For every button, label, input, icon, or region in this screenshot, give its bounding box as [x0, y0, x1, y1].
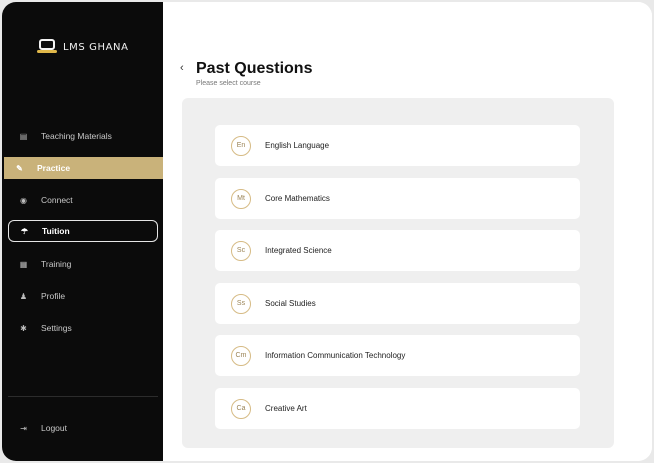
course-card-mathematics[interactable]: Mt Core Mathematics [215, 178, 580, 219]
course-badge: Sc [231, 240, 251, 261]
sidebar-item-teaching-materials[interactable]: ▤ Teaching Materials [8, 125, 158, 147]
course-badge: Mt [231, 188, 251, 209]
course-label: Social Studies [265, 299, 316, 308]
sidebar-item-connect[interactable]: ◉ Connect [8, 189, 158, 211]
course-card-science[interactable]: Sc Integrated Science [215, 230, 580, 271]
course-badge: Ca [231, 398, 251, 419]
sidebar-item-label: Teaching Materials [41, 131, 112, 141]
sidebar: LMS GHANA ▤ Teaching Materials ✎ Practic… [2, 2, 163, 461]
page-subtitle: Please select course [196, 80, 261, 87]
course-badge: En [231, 135, 251, 156]
main-content: ‹ Past Questions Please select course En… [163, 2, 652, 461]
page-title: Past Questions [196, 60, 313, 77]
back-chevron-icon[interactable]: ‹ [180, 62, 184, 74]
app-window: LMS GHANA ▤ Teaching Materials ✎ Practic… [2, 2, 652, 461]
profile-icon: ♟ [19, 291, 28, 301]
course-card-ict[interactable]: Cm Information Communication Technology [215, 335, 580, 376]
sidebar-item-label: Training [41, 259, 72, 269]
course-card-creative-art[interactable]: Ca Creative Art [215, 388, 580, 429]
course-list-panel: En English Language Mt Core Mathematics … [182, 98, 614, 448]
training-icon: ▦ [19, 259, 28, 269]
connect-icon: ◉ [20, 195, 27, 205]
course-label: English Language [265, 141, 330, 150]
practice-icon: ✎ [16, 163, 23, 173]
sidebar-item-settings[interactable]: ✱ Settings [8, 317, 158, 339]
sidebar-item-label: Connect [41, 195, 73, 205]
book-icon: ▤ [19, 131, 28, 141]
tuition-icon: ☂ [20, 226, 29, 236]
sidebar-item-tuition[interactable]: ☂ Tuition [8, 220, 158, 242]
sidebar-item-label: Settings [41, 323, 72, 333]
course-label: Information Communication Technology [265, 351, 406, 360]
course-badge: Cm [231, 345, 251, 366]
sidebar-divider [8, 396, 158, 397]
logout-label: Logout [41, 423, 67, 433]
sidebar-item-label: Profile [41, 291, 66, 301]
course-card-english[interactable]: En English Language [215, 125, 580, 166]
sidebar-item-practice[interactable]: ✎ Practice [4, 157, 163, 179]
laptop-logo-icon [37, 39, 57, 55]
course-label: Creative Art [265, 404, 307, 413]
course-label: Core Mathematics [265, 194, 330, 203]
course-label: Integrated Science [265, 246, 332, 255]
sidebar-item-label: Practice [37, 163, 71, 173]
gear-icon: ✱ [20, 323, 27, 333]
course-badge: Ss [231, 293, 251, 314]
logo: LMS GHANA [37, 39, 129, 55]
sidebar-item-label: Tuition [42, 226, 70, 236]
sidebar-item-training[interactable]: ▦ Training [8, 253, 158, 275]
course-card-social-studies[interactable]: Ss Social Studies [215, 283, 580, 324]
logout-icon: ⇥ [20, 423, 27, 433]
logout-button[interactable]: ⇥ Logout [8, 417, 158, 439]
logo-text: LMS GHANA [63, 41, 129, 53]
sidebar-item-profile[interactable]: ♟ Profile [8, 285, 158, 307]
